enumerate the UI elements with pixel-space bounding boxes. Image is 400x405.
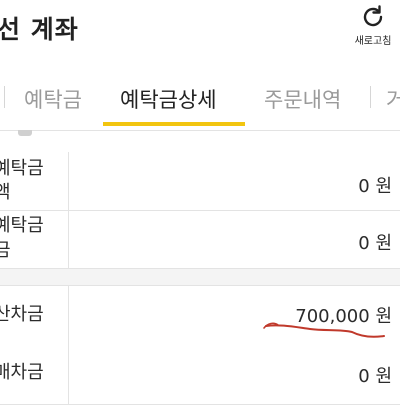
row-label: 매차금 [0,362,44,383]
table-row: 예탁금 액 0 원 [0,152,400,211]
refresh-icon [363,5,383,27]
table-row: 매차금 0 원 [0,344,400,405]
table-top-stub [0,130,400,154]
page-title: 선 계좌 [0,15,79,44]
app-header: 선 계좌 새로고침 [0,0,400,60]
tab-divider [4,86,5,108]
row-label: 금 [0,240,11,261]
row-label-cell: 산차금 [0,286,69,344]
row-value: 0 원 [358,176,392,197]
table-row: 예탁금 금 0 원 [0,211,400,269]
row-value: 0 원 [358,366,392,387]
refresh-label: 새로고침 [354,36,392,47]
tab-partial[interactable]: 거 [386,84,400,114]
row-label-cell: 예탁금 금 [0,211,69,268]
row-label-cell: 예탁금 액 [0,152,69,210]
row-label: 예탁금 [0,158,44,179]
row-label: 예탁금 [0,215,44,236]
tab-divider [370,86,371,108]
row-label-cell: 매차금 [0,344,69,404]
tab-order-history[interactable]: 주문내역 [264,84,341,114]
tab-bar: 예탁금 예탁금상세 주문내역 거 [0,66,400,130]
row-label: 액 [0,182,11,203]
row-value: 0 원 [358,233,392,254]
active-tab-indicator [103,122,245,126]
tab-deposit[interactable]: 예탁금 [24,84,82,114]
refresh-button[interactable]: 새로고침 [350,4,396,56]
handwritten-underline [263,322,385,338]
tab-deposit-detail[interactable]: 예탁금상세 [120,84,217,114]
section-gap [0,269,400,285]
scroll-marker [18,130,32,136]
row-label: 산차금 [0,304,44,325]
